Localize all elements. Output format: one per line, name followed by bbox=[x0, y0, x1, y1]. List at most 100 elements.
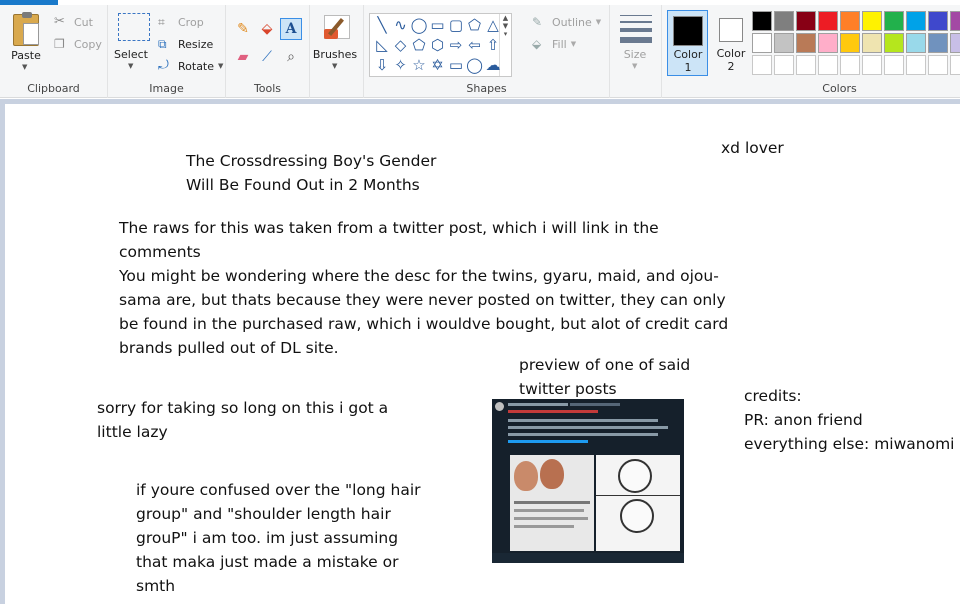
color-picker-icon[interactable]: ⟋ bbox=[256, 46, 278, 68]
fill-button[interactable]: ⬙ Fill ▼ bbox=[532, 35, 576, 53]
image-group: Select ▼ ⌗ Crop ⧉ Resize ⤾ Rotate ▼ Imag… bbox=[108, 5, 226, 98]
palette-color-swatch[interactable] bbox=[796, 55, 816, 75]
palette-color-swatch[interactable] bbox=[928, 33, 948, 53]
palette-color-swatch[interactable] bbox=[840, 33, 860, 53]
color1-label: Color 1 bbox=[673, 48, 703, 74]
palette-color-swatch[interactable] bbox=[818, 11, 838, 31]
rotate-button[interactable]: ⤾ Rotate ▼ bbox=[158, 57, 223, 75]
shape-option[interactable]: ◇ bbox=[392, 36, 410, 54]
palette-color-swatch[interactable] bbox=[840, 55, 860, 75]
eraser-icon[interactable]: ▰ bbox=[232, 46, 254, 68]
palette-color-swatch[interactable] bbox=[862, 55, 882, 75]
palette-color-swatch[interactable] bbox=[906, 33, 926, 53]
magnifier-icon[interactable]: ⌕ bbox=[280, 46, 302, 68]
shape-option[interactable]: ✧ bbox=[392, 56, 410, 74]
resize-label: Resize bbox=[178, 37, 214, 51]
palette-color-swatch[interactable] bbox=[884, 11, 904, 31]
fill-dropdown-icon[interactable]: ▼ bbox=[571, 40, 576, 48]
image-group-label: Image bbox=[149, 82, 184, 95]
shape-option[interactable]: ◯ bbox=[410, 16, 428, 34]
shape-option[interactable]: ▭ bbox=[429, 16, 447, 34]
shape-option[interactable]: ⇩ bbox=[373, 56, 391, 74]
shape-option[interactable]: ⬡ bbox=[429, 36, 447, 54]
select-dropdown-icon[interactable]: ▼ bbox=[128, 62, 133, 70]
shapes-group-label: Shapes bbox=[466, 82, 507, 95]
color2-button[interactable]: Color 2 bbox=[714, 10, 754, 76]
paste-dropdown-icon[interactable]: ▼ bbox=[22, 63, 27, 71]
shape-option[interactable]: ◯ bbox=[466, 56, 484, 74]
shape-option[interactable]: ╲ bbox=[373, 16, 391, 34]
drawing-canvas[interactable]: The Crossdressing Boy's Gender Will Be F… bbox=[5, 104, 960, 604]
palette-color-swatch[interactable] bbox=[752, 55, 772, 75]
palette-color-swatch[interactable] bbox=[796, 33, 816, 53]
palette-color-swatch[interactable] bbox=[906, 11, 926, 31]
shapes-group: ▲ ▼ ▾ ╲ ∿ ◯ ▭ ▢ ⬠ △ ◺ ◇ ⬠ ⬡ ⇨ ⇦ ⇧ ⇩ ✧ ☆ ✡ ▭ ◯ ☁ ✎ Outline ▼ ⬙ … bbox=[364, 5, 610, 98]
shape-option[interactable]: ⇦ bbox=[466, 36, 484, 54]
palette-color-swatch[interactable] bbox=[906, 55, 926, 75]
size-dropdown-icon[interactable]: ▼ bbox=[632, 62, 637, 70]
paste-button[interactable]: Paste ▼ bbox=[0, 5, 52, 79]
palette-color-swatch[interactable] bbox=[774, 11, 794, 31]
shape-option[interactable]: ∿ bbox=[392, 16, 410, 34]
palette-color-swatch[interactable] bbox=[840, 11, 860, 31]
shape-option[interactable]: ⬠ bbox=[466, 16, 484, 34]
shape-option[interactable]: ⬠ bbox=[410, 36, 428, 54]
shape-option[interactable]: ☁ bbox=[484, 56, 502, 74]
shape-option[interactable]: ▢ bbox=[447, 16, 465, 34]
size-button[interactable]: Size ▼ bbox=[610, 5, 662, 79]
brushes-button[interactable]: Brushes ▼ bbox=[310, 5, 364, 79]
scissors-icon: ✂ bbox=[54, 14, 65, 29]
palette-color-swatch[interactable] bbox=[818, 33, 838, 53]
palette-color-swatch[interactable] bbox=[928, 55, 948, 75]
clipboard-group-label: Clipboard bbox=[27, 82, 80, 95]
shape-option[interactable]: ▭ bbox=[447, 56, 465, 74]
crop-icon: ⌗ bbox=[158, 15, 165, 29]
resize-button[interactable]: ⧉ Resize bbox=[158, 35, 213, 53]
palette-color-swatch[interactable] bbox=[796, 11, 816, 31]
preview-caption-text: preview of one of said twitter posts bbox=[519, 356, 691, 398]
palette-color-swatch[interactable] bbox=[884, 33, 904, 53]
shape-option[interactable]: △ bbox=[484, 16, 502, 34]
palette-color-swatch[interactable] bbox=[950, 55, 960, 75]
palette-color-swatch[interactable] bbox=[752, 11, 772, 31]
palette-color-swatch[interactable] bbox=[818, 55, 838, 75]
twitter-post-preview-image bbox=[492, 399, 684, 563]
palette-color-swatch[interactable] bbox=[862, 11, 882, 31]
shape-option[interactable]: ◺ bbox=[373, 36, 391, 54]
tools-group-label: Tools bbox=[253, 82, 282, 95]
palette-color-swatch[interactable] bbox=[950, 33, 960, 53]
pencil-icon[interactable]: ✎ bbox=[232, 18, 254, 40]
crop-label: Crop bbox=[178, 15, 204, 29]
colors-group: Color 1 Color 2 Colors bbox=[662, 5, 960, 98]
shape-option[interactable]: ⇧ bbox=[484, 36, 502, 54]
color-palette bbox=[752, 11, 960, 77]
outline-button[interactable]: ✎ Outline ▼ bbox=[532, 13, 601, 31]
shape-option[interactable]: ⇨ bbox=[447, 36, 465, 54]
crop-button[interactable]: ⌗ Crop bbox=[158, 13, 204, 31]
color2-swatch bbox=[719, 18, 743, 42]
shape-option[interactable]: ☆ bbox=[410, 56, 428, 74]
palette-color-swatch[interactable] bbox=[752, 33, 772, 53]
rotate-dropdown-icon[interactable]: ▼ bbox=[218, 62, 223, 70]
palette-color-swatch[interactable] bbox=[950, 11, 960, 31]
fill-icon[interactable]: ⬙ bbox=[256, 18, 278, 40]
outline-dropdown-icon[interactable]: ▼ bbox=[596, 18, 601, 26]
rotate-label: Rotate bbox=[178, 59, 215, 73]
brushes-dropdown-icon[interactable]: ▼ bbox=[332, 62, 337, 70]
ribbon: Paste ▼ ✂ Cut ❐ Copy Clipboard Select ▼ … bbox=[0, 0, 960, 98]
rotate-icon: ⤾ bbox=[158, 58, 169, 73]
select-button[interactable]: Select ▼ bbox=[108, 5, 158, 79]
fill-bucket-icon: ⬙ bbox=[532, 37, 542, 51]
palette-color-swatch[interactable] bbox=[928, 11, 948, 31]
palette-color-swatch[interactable] bbox=[884, 55, 904, 75]
palette-color-swatch[interactable] bbox=[862, 33, 882, 53]
paste-label: Paste bbox=[11, 49, 41, 62]
cut-button[interactable]: ✂ Cut bbox=[54, 13, 93, 31]
color1-button[interactable]: Color 1 bbox=[667, 10, 708, 76]
copy-button[interactable]: ❐ Copy bbox=[54, 35, 102, 53]
text-icon[interactable]: A bbox=[280, 18, 302, 40]
palette-color-swatch[interactable] bbox=[774, 33, 794, 53]
palette-color-swatch[interactable] bbox=[774, 55, 794, 75]
confusion-note-text: if youre confused over the "long hair gr… bbox=[136, 481, 421, 595]
shape-option[interactable]: ✡ bbox=[429, 56, 447, 74]
